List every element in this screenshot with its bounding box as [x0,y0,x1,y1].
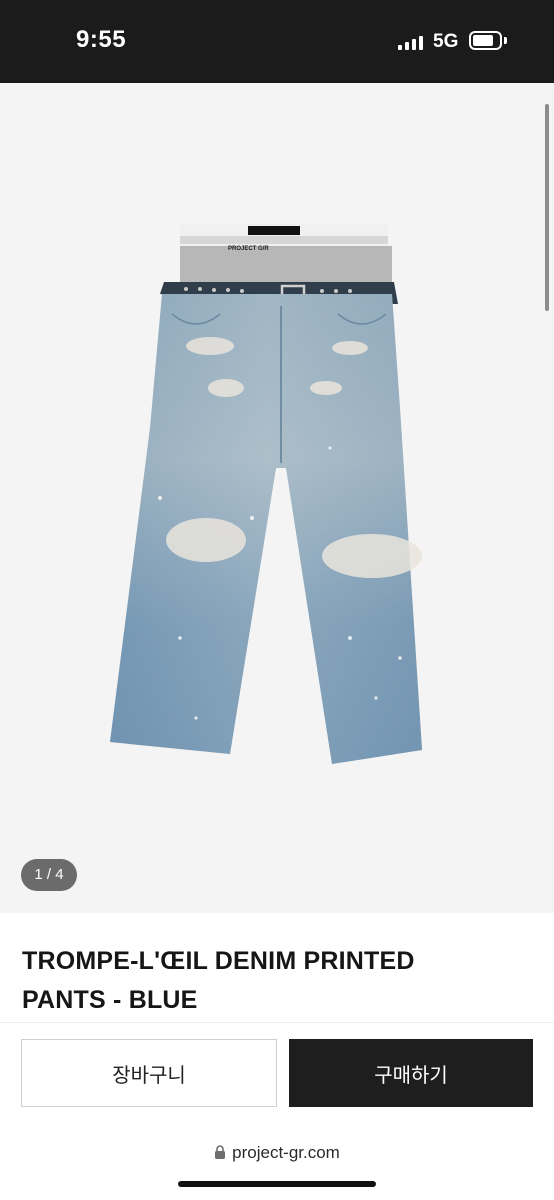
address-bar[interactable]: project-gr.com [0,1143,554,1163]
jeans-product-image[interactable]: PROJECT G/R [100,138,450,778]
brand-tag [248,226,300,235]
lock-icon [215,1145,226,1159]
buy-now-button[interactable]: 구매하기 [289,1039,533,1107]
waistband-print: PROJECT G/R [228,246,269,252]
network-type: 5G [433,31,459,52]
product-title-line-2: PANTS - BLUE [22,986,198,1014]
status-time: 9:55 [76,26,127,53]
signal-icon [398,36,424,50]
status-bar: 9:55 5G [0,0,554,83]
url-text: project-gr.com [232,1143,340,1162]
battery-icon [469,31,502,50]
browser-url-bar[interactable] [0,1127,554,1200]
add-to-cart-button[interactable]: 장바구니 [21,1039,277,1107]
product-title-line-1: TROMPE-L'ŒIL DENIM PRINTED [22,947,415,975]
boxer-fabric [180,246,392,282]
product-title: TROMPE-L'ŒIL DENIM PRINTED PANTS - BLUE [22,942,502,1020]
home-indicator[interactable] [178,1181,376,1187]
battery-tip [504,37,507,44]
image-counter: 1 / 4 [21,859,77,891]
scrollbar[interactable] [545,104,549,311]
